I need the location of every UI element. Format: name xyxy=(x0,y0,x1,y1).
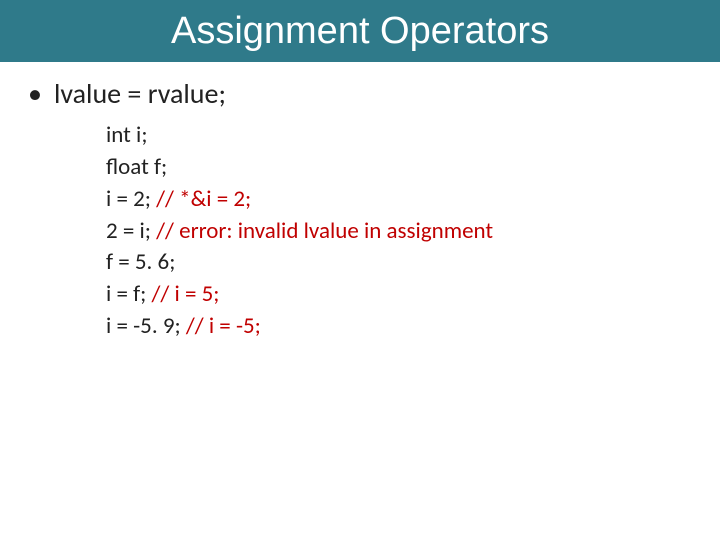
bullet-text: lvalue = rvalue; xyxy=(54,76,226,112)
code-line: 2 = i; // error: invalid lvalue in assig… xyxy=(106,216,692,248)
bullet-item: • lvalue = rvalue; xyxy=(28,76,692,112)
code-line: int i; xyxy=(106,120,692,152)
code-line: f = 5. 6; xyxy=(106,247,692,279)
slide-title: Assignment Operators xyxy=(171,10,549,53)
code-block: int i; float f; i = 2; // *&i = 2; 2 = i… xyxy=(106,120,692,342)
code-line: i = -5. 9; // i = -5; xyxy=(106,311,692,343)
title-bar: Assignment Operators xyxy=(0,0,720,62)
code-comment: // i = 5; xyxy=(152,280,220,308)
code-line: i = f; // i = 5; xyxy=(106,279,692,311)
content-area: • lvalue = rvalue; int i; float f; i = 2… xyxy=(0,62,720,343)
code-comment: // *&i = 2; xyxy=(156,185,251,213)
code-line: i = 2; // *&i = 2; xyxy=(106,184,692,216)
code-line: float f; xyxy=(106,152,692,184)
bullet-icon: • xyxy=(28,76,42,112)
code-comment: // error: invalid lvalue in assignment xyxy=(156,217,493,245)
code-comment: // i = -5; xyxy=(186,312,261,340)
